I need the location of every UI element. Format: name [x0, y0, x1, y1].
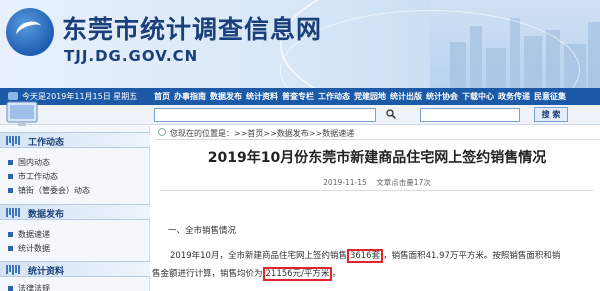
search-button[interactable]: 搜 索: [534, 107, 568, 122]
page: { "site": { "name": "东莞市统计调查信息网", "domai…: [0, 0, 600, 291]
highlight-units-sold: 3616套: [346, 249, 384, 263]
sidebar-item-data-express[interactable]: 数据速递: [0, 228, 150, 241]
nav-item-opinion[interactable]: 民意征集: [532, 89, 568, 104]
site-domain: TJJ.DG.GOV.CN: [64, 47, 199, 65]
search-icon[interactable]: [386, 109, 396, 119]
location-icon: [158, 128, 166, 136]
divider: [154, 139, 600, 140]
sidebar-item-laws[interactable]: 法律法规: [0, 282, 150, 291]
article-title: 2019年10月份东莞市新建商品住宅网上签约销售情况: [207, 150, 547, 166]
article-date: 2019-11-15: [323, 178, 367, 187]
sidebar-section-title: 统计资料: [28, 267, 65, 277]
search-input[interactable]: [154, 108, 376, 122]
breadcrumb-sep: >>: [234, 129, 248, 138]
article-paragraph: 售金额进行计算，销售均价为 21156元/平方米。: [152, 267, 341, 281]
site-logo-icon[interactable]: [6, 8, 54, 56]
nav-item-gov-affairs[interactable]: 政务传递: [496, 89, 532, 104]
sidebar-section-materials[interactable]: 统计资料: [0, 261, 150, 277]
bars-icon: [6, 208, 20, 218]
nav-item-census[interactable]: 普查专栏: [280, 89, 316, 104]
nav-item-party[interactable]: 党建园地: [352, 89, 388, 104]
nav-item-publications[interactable]: 统计出版: [388, 89, 424, 104]
breadcrumb-data-express[interactable]: 数据速递: [322, 129, 354, 138]
nav-item-work-news[interactable]: 工作动态: [316, 89, 352, 104]
search-scope-select[interactable]: [420, 108, 520, 122]
site-name[interactable]: 东莞市统计调查信息网: [62, 10, 322, 46]
section-heading: 一、全市销售情况: [168, 226, 237, 236]
divider: [160, 190, 594, 191]
sidebar-section-title: 数据发布: [28, 210, 65, 220]
sidebar-item-town-news[interactable]: 镇街（管委会）动态: [0, 184, 150, 197]
nav-item-association[interactable]: 统计协会: [424, 89, 460, 104]
breadcrumb-data-release[interactable]: 数据发布: [277, 129, 309, 138]
nav-item-downloads[interactable]: 下载中心: [460, 89, 496, 104]
highlight-avg-price: 21156元/平方米: [262, 267, 333, 281]
breadcrumb-sep: >>: [308, 129, 323, 138]
article-views: 文章点击量17次: [376, 178, 431, 187]
bars-icon: [6, 136, 20, 146]
breadcrumb-prefix: 您现在的位置是：: [170, 129, 234, 138]
article-meta: 2019-11-15 文章点击量17次: [154, 177, 600, 188]
calendar-icon: [8, 92, 18, 100]
sidebar-item-domestic[interactable]: 国内动态: [0, 156, 150, 169]
nav-item-materials[interactable]: 统计资料: [244, 89, 280, 104]
nav-item-home[interactable]: 首页: [152, 89, 172, 104]
nav-item-data-release[interactable]: 数据发布: [208, 89, 244, 104]
breadcrumb-home[interactable]: 首页: [247, 129, 263, 138]
breadcrumb-sep: >>: [263, 129, 277, 138]
sidebar-section-title: 工作动态: [28, 138, 65, 148]
sidebar-item-statistics[interactable]: 统计数据: [0, 242, 150, 255]
sidebar-item-city-news[interactable]: 市工作动态: [0, 170, 150, 183]
sidebar-section-data-release[interactable]: 数据发布: [0, 204, 150, 220]
article-paragraph: 2019年10月，全市新建商品住宅网上签约销售 3616套 ，销售面积41.97万平…: [170, 249, 561, 263]
sidebar-section-work-news[interactable]: 工作动态: [0, 132, 150, 148]
main-menu: 首页 办事指南 数据发布 统计资料 普查专栏 工作动态 党建园地 统计出版 统计…: [152, 89, 568, 104]
bars-icon: [6, 265, 20, 275]
nav-item-guide[interactable]: 办事指南: [172, 89, 208, 104]
breadcrumb: 您现在的位置是：>>首页>>数据发布>>数据速递: [170, 128, 354, 139]
